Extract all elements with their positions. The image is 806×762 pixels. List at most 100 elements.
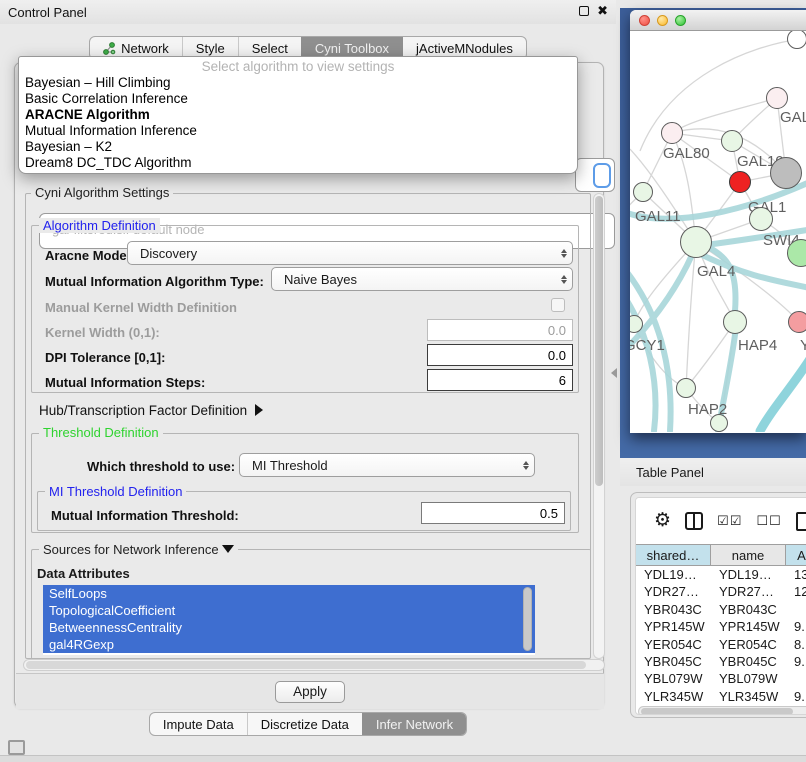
apply-button[interactable]: Apply [275,681,345,703]
attribute-list-item[interactable]: gal4RGexp [43,636,535,653]
table-hscroll-thumb[interactable] [641,708,793,715]
table-row[interactable]: YPR145WYPR145W9. [636,618,806,635]
node-hap4[interactable] [723,310,747,334]
table-cell: YDR27… [636,583,711,600]
aracne-mode-combo[interactable]: Discovery [127,241,573,265]
node-gal11[interactable] [633,182,653,202]
mi-threshold-label: Mutual Information Threshold: [51,508,239,523]
table-cell: 9. [786,618,806,635]
node-label: HAP4 [738,337,777,354]
network-window-titlebar[interactable] [630,10,806,31]
dropdown-item[interactable]: Mutual Information Inference [19,123,577,139]
hub-definition-expander[interactable]: Hub/Transcription Factor Definition [39,403,263,418]
node-gal4[interactable] [680,226,712,258]
settings-horizontal-scrollbar[interactable] [23,659,605,671]
column-header-name[interactable]: name [711,545,786,565]
node-gal80[interactable] [661,122,683,144]
expander-expanded-icon[interactable] [222,545,234,553]
mi-type-label: Mutual Information Algorithm Type: [45,274,264,289]
float-window-icon[interactable] [579,6,589,16]
tab-discretize-data[interactable]: Discretize Data [247,713,362,735]
manual-kernel-label: Manual Kernel Width Definition [45,300,237,315]
close-window-icon[interactable] [639,15,650,26]
node-swi4[interactable] [749,207,773,231]
split-pane-collapse-icon[interactable] [611,368,617,378]
attribute-list-item[interactable]: TopologicalCoefficient [43,602,535,619]
table-cell: YBR045C [636,653,711,670]
collapsed-panel-icon[interactable] [8,740,25,755]
table-cell: YLR345W [711,688,786,704]
node-label: GAL80 [663,145,710,162]
dpi-tolerance-field[interactable]: 0.0 [427,344,573,366]
minimize-window-icon[interactable] [657,15,668,26]
zoom-window-icon[interactable] [675,15,686,26]
settings-scrollbar[interactable] [593,193,605,659]
select-all-icon[interactable]: ☑☑ [717,513,742,529]
kernel-width-field[interactable]: 0.0 [427,319,573,341]
mi-threshold-field[interactable]: 0.5 [421,502,565,524]
column-header-shared-name[interactable]: shared… [636,545,711,565]
attribute-list-item[interactable]: BetweennessCentrality [43,619,535,636]
tab-impute-data[interactable]: Impute Data [150,713,247,735]
deselect-all-icon[interactable]: ☐☐ [756,513,781,529]
dropdown-item[interactable]: Bayesian – Hill Climbing [19,75,577,91]
settings-scrollbar-thumb[interactable] [595,196,603,486]
table-cell: 13 [786,566,806,583]
expander-collapsed-icon[interactable] [255,404,263,416]
node-label: GCY1 [630,337,665,354]
mi-type-value: Naive Bayes [272,272,556,287]
attribute-list-item[interactable]: SelfLoops [43,585,535,602]
column-header-partial[interactable]: A [786,545,806,565]
table-cell: YLR345W [636,688,711,704]
table-cell: YDR27… [711,583,786,600]
new-column-icon[interactable] [796,512,806,531]
node-gal1[interactable] [729,171,751,193]
stepper-icon[interactable] [518,454,534,476]
which-threshold-combo[interactable]: MI Threshold [239,453,535,477]
node-label: GAL4 [697,263,735,280]
inference-algorithm-combo-edge[interactable] [575,158,615,192]
table-row[interactable]: YER054CYER054C8. [636,636,806,653]
combo-stepper-focused[interactable] [593,163,611,188]
table-cell: YPR145W [711,618,786,635]
sources-group-title[interactable]: Sources for Network Inference [39,542,238,557]
data-attributes-label: Data Attributes [37,566,130,581]
network-view-window[interactable]: GALGAL80GAL10GAL1GAL11SWI4GAL4GCY1HAP4YH… [630,10,806,433]
table-panel-title: Table Panel [636,465,704,480]
dropdown-item[interactable]: ARACNE Algorithm [19,107,577,123]
table-row[interactable]: YLR345WYLR345W9. [636,688,806,704]
hscroll-thumb[interactable] [26,661,586,669]
mi-type-combo[interactable]: Naive Bayes [271,267,573,291]
node[interactable] [787,31,806,49]
stepper-icon[interactable] [556,268,572,290]
node-y[interactable] [788,311,806,333]
table-cell: YPR145W [636,618,711,635]
node-gal[interactable] [766,87,788,109]
column-layout-icon[interactable] [685,512,703,530]
table-row[interactable]: YDL19…YDL19…13 [636,566,806,583]
manual-kernel-checkbox[interactable] [551,298,565,312]
table-row[interactable]: YDR27…YDR27…12 [636,583,806,600]
table-row[interactable]: YBR045CYBR045C9. [636,653,806,670]
node[interactable] [710,414,728,432]
tab-label: Style [196,41,225,56]
node-gal10[interactable] [721,130,743,152]
dropdown-item[interactable]: Bayesian – K2 [19,139,577,155]
stepper-icon[interactable] [556,242,572,264]
node-hap2[interactable] [676,378,696,398]
dropdown-item[interactable]: Basic Correlation Inference [19,91,577,107]
gear-icon[interactable]: ⚙ [654,511,671,531]
mi-steps-field[interactable]: 6 [427,369,573,391]
table-row[interactable]: YBL079WYBL079W [636,670,806,687]
tab-infer-network[interactable]: Infer Network [362,713,466,735]
table-row[interactable]: YBR043CYBR043C [636,601,806,618]
table-cell: 9. [786,688,806,704]
table-cell: YBL079W [636,670,711,687]
network-canvas[interactable]: GALGAL80GAL10GAL1GAL11SWI4GAL4GCY1HAP4YH… [630,31,806,432]
table-horizontal-scrollbar[interactable] [638,706,806,715]
data-attributes-list[interactable]: SelfLoopsTopologicalCoefficientBetweenne… [43,585,535,655]
close-icon[interactable]: ✖ [597,4,608,18]
node[interactable] [770,157,802,189]
attributes-scrollbar-thumb[interactable] [523,587,532,651]
dropdown-item[interactable]: Dream8 DC_TDC Algorithm [19,155,577,171]
